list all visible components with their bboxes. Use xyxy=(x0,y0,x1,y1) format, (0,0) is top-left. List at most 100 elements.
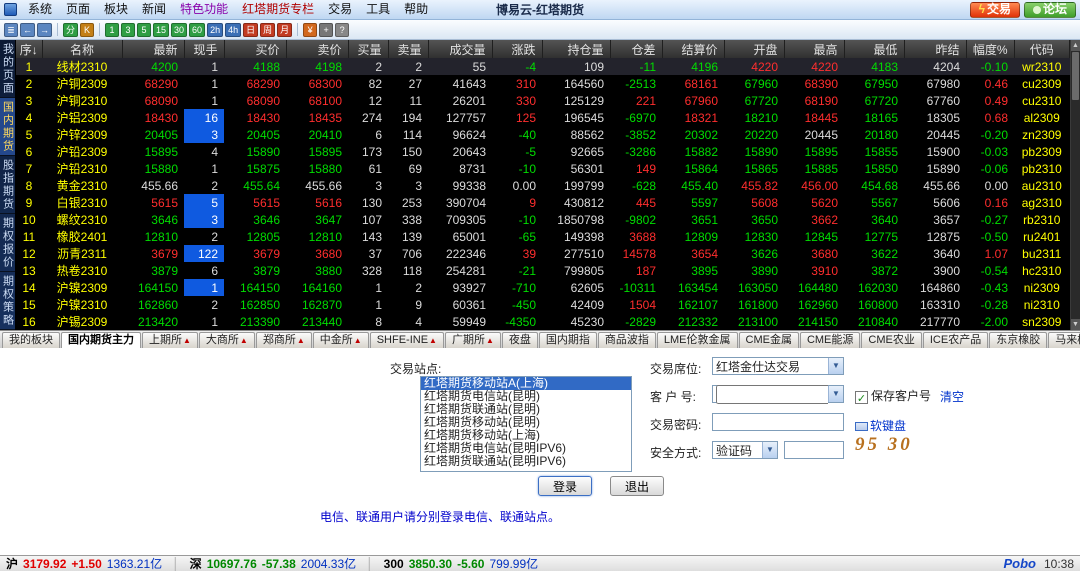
bottom-tab[interactable]: 我的板块 xyxy=(2,332,60,348)
exit-button[interactable]: 退出 xyxy=(610,476,665,496)
sidebar-item[interactable]: 我的页面 xyxy=(0,40,15,98)
table-row[interactable]: 5 沪锌2309 20405 3 20405 20410 6 114 96624 -40 88562… xyxy=(16,126,1070,143)
captcha-input[interactable] xyxy=(785,442,843,458)
table-row[interactable]: 7 沪铅2310 15880 1 15875 15880 61 69 8731 -10 56301 1… xyxy=(16,160,1070,177)
sidebar-item[interactable]: 期权策略 xyxy=(0,272,15,330)
menu-item[interactable]: 帮助 xyxy=(397,0,435,19)
bottom-tab[interactable]: CME能源 xyxy=(799,332,861,348)
menu-item[interactable]: 工具 xyxy=(359,0,397,19)
period-30min-icon[interactable]: 30 xyxy=(171,22,188,37)
table-row[interactable]: 6 沪铅2309 15895 4 15890 15895 173 150 20643 -5 9266… xyxy=(16,143,1070,160)
table-row[interactable]: 2 沪铜2309 68290 1 68290 68300 82 27 41643 310 16456… xyxy=(16,75,1070,92)
period-1min-icon[interactable]: 1 xyxy=(105,22,120,37)
captcha-field[interactable] xyxy=(784,441,844,459)
column-header[interactable]: 涨跌 xyxy=(492,40,543,58)
bottom-tab[interactable]: 马来棕榈油 xyxy=(1048,332,1080,348)
clear-link[interactable]: 清空 xyxy=(940,388,964,405)
menu-item[interactable]: 板块 xyxy=(97,0,135,19)
column-header[interactable]: 最新 xyxy=(122,40,185,58)
column-header[interactable]: 成交量 xyxy=(428,40,493,58)
column-header[interactable]: 开盘 xyxy=(724,40,785,58)
column-header[interactable]: 买价 xyxy=(224,40,287,58)
chevron-down-icon[interactable]: ▼ xyxy=(828,386,843,402)
period-5min-icon[interactable]: 5 xyxy=(137,22,152,37)
table-row[interactable]: 16 沪锡2309 213420 1 213390 213440 8 4 59949 -4350 4… xyxy=(16,313,1070,330)
soft-keyboard-button[interactable]: 软键盘 xyxy=(855,417,906,434)
bottom-tab[interactable]: ICE农产品 xyxy=(922,332,989,348)
bottom-tab[interactable]: 夜盘 xyxy=(501,332,538,348)
column-header[interactable]: 持仓量 xyxy=(542,40,611,58)
table-row[interactable]: 15 沪镍2310 162860 2 162850 162870 1 9 60361 -450 42… xyxy=(16,296,1070,313)
scrollbar-thumb[interactable] xyxy=(1072,52,1079,100)
menu-item[interactable]: 页面 xyxy=(59,0,97,19)
bottom-tab[interactable]: 上期所▲ xyxy=(142,332,198,348)
bottom-tab[interactable]: 中金所▲ xyxy=(312,332,369,348)
menu-item[interactable]: 红塔期货专栏 xyxy=(235,0,321,19)
bottom-tab[interactable]: 大商所▲ xyxy=(198,332,255,348)
add-icon[interactable]: + xyxy=(319,22,334,37)
minute-chart-icon[interactable]: 分 xyxy=(63,22,79,37)
period-15min-icon[interactable]: 15 xyxy=(153,22,170,37)
column-header[interactable]: 名称 xyxy=(42,40,123,58)
column-header[interactable]: 卖价 xyxy=(286,40,349,58)
security-select[interactable]: 验证码 ▼ xyxy=(712,441,778,459)
scroll-down-icon[interactable]: ▼ xyxy=(1071,319,1080,330)
chevron-down-icon[interactable]: ▼ xyxy=(762,442,777,458)
period-4h-icon[interactable]: 4h xyxy=(225,22,242,37)
site-option[interactable]: 红塔期货联通站(昆明IPV6) xyxy=(421,455,631,468)
bottom-tab[interactable]: 国内期货主力 xyxy=(61,332,141,348)
login-button[interactable]: 登录 xyxy=(538,476,593,496)
forward-icon[interactable]: → xyxy=(37,22,52,37)
chevron-down-icon[interactable]: ▼ xyxy=(828,358,843,374)
account-combo[interactable]: ▼ xyxy=(712,384,844,404)
back-icon[interactable]: ← xyxy=(20,22,35,37)
kline-chart-icon[interactable]: K xyxy=(80,22,95,37)
menu-item[interactable]: 交易 xyxy=(321,0,359,19)
period-week-icon[interactable]: 周 xyxy=(260,22,276,37)
column-header[interactable]: 卖量 xyxy=(388,40,429,58)
period-month-icon[interactable]: 月 xyxy=(277,22,293,37)
column-header[interactable]: 买量 xyxy=(348,40,389,58)
table-row[interactable]: 8 黄金2310 455.66 2 455.64 455.66 3 3 99338 0.00 199… xyxy=(16,177,1070,194)
table-scrollbar[interactable]: ▲ ▼ xyxy=(1070,40,1080,330)
menu-item[interactable]: 特色功能 xyxy=(173,0,235,19)
period-60min-icon[interactable]: 60 xyxy=(189,22,206,37)
column-header[interactable]: 现手 xyxy=(184,40,225,58)
sidebar-item[interactable]: 股指期货 xyxy=(0,156,15,214)
column-header[interactable]: 序↓ xyxy=(16,40,43,58)
period-2h-icon[interactable]: 2h xyxy=(207,22,224,37)
table-row[interactable]: 9 白银2310 5615 5 5615 5616 130 253 390704 9 430812 4… xyxy=(16,194,1070,211)
bottom-tab[interactable]: 东京橡胶 xyxy=(989,332,1048,348)
pages-icon[interactable]: ≣ xyxy=(4,22,18,37)
column-header[interactable]: 结算价 xyxy=(662,40,725,58)
table-row[interactable]: 12 沥青2311 3679 122 3679 3680 37 706 222346 39 2775… xyxy=(16,245,1070,262)
column-header[interactable]: 幅度% xyxy=(966,40,1015,58)
site-listbox[interactable]: 红塔期货移动站A(上海) 红塔期货电信站(昆明) 红塔期货联通站(昆明) 红塔期货移动… xyxy=(420,376,632,472)
bottom-tab[interactable]: CME金属 xyxy=(738,332,799,348)
forum-button[interactable]: 论坛 xyxy=(1023,1,1076,18)
password-input[interactable] xyxy=(713,414,843,430)
period-day-icon[interactable]: 日 xyxy=(243,22,259,37)
account-input[interactable] xyxy=(716,384,828,404)
table-row[interactable]: 3 沪铜2310 68090 1 68090 68100 12 11 26201 330 12512… xyxy=(16,92,1070,109)
bottom-tab[interactable]: LME伦敦金属 xyxy=(656,332,738,348)
sidebar-item[interactable]: 国内期货 xyxy=(0,98,15,156)
bottom-tab[interactable]: 商品波指 xyxy=(597,332,656,348)
bottom-tab[interactable]: 国内期指 xyxy=(538,332,597,348)
column-header[interactable]: 昨结 xyxy=(904,40,967,58)
bottom-tab[interactable]: CME农业 xyxy=(861,332,922,348)
bottom-tab[interactable]: 广期所▲ xyxy=(444,332,501,348)
column-header[interactable]: 最低 xyxy=(844,40,905,58)
table-row[interactable]: 1 线材2310 4200 1 4188 4198 2 2 55 -4 109 -11 4196 4220… xyxy=(16,58,1070,75)
scroll-up-icon[interactable]: ▲ xyxy=(1071,40,1080,51)
password-field[interactable] xyxy=(712,413,844,431)
table-row[interactable]: 10 螺纹2310 3646 3 3646 3647 107 338 709305 -10 1850… xyxy=(16,211,1070,228)
help-icon[interactable]: ? xyxy=(335,22,350,37)
menu-item[interactable]: 新闻 xyxy=(135,0,173,19)
save-account-checkbox[interactable]: ✓ xyxy=(855,391,868,405)
bottom-tab[interactable]: SHFE-INE▲ xyxy=(369,332,444,348)
trade-button[interactable]: ϟ 交易 xyxy=(969,1,1020,18)
column-header[interactable]: 仓差 xyxy=(610,40,663,58)
bottom-tab[interactable]: 郑商所▲ xyxy=(255,332,312,348)
column-header[interactable]: 最高 xyxy=(784,40,845,58)
